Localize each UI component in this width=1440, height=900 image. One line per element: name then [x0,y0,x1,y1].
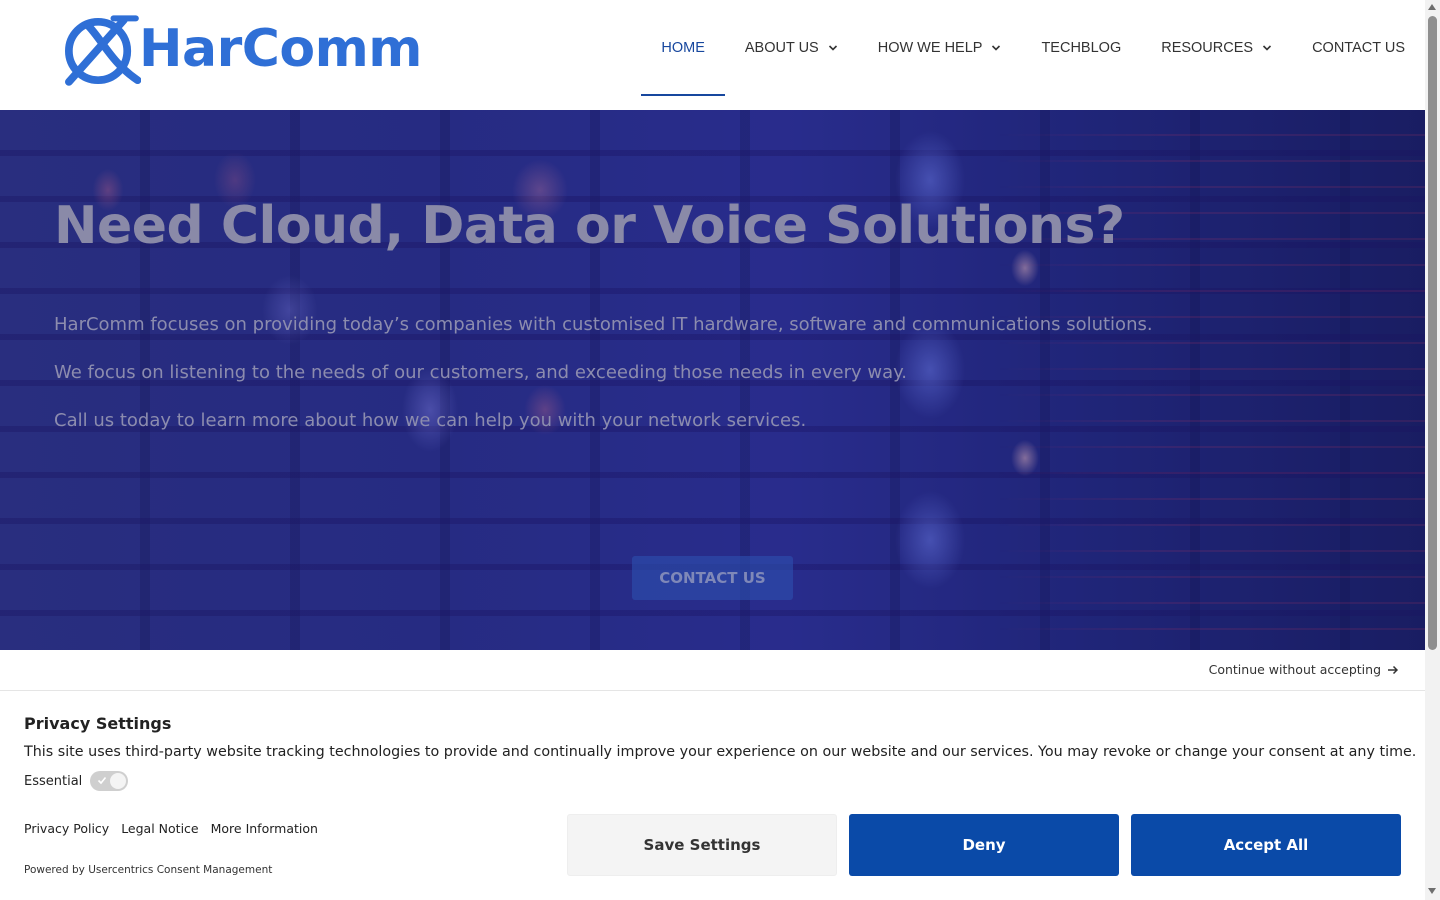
toggle-knob [110,773,127,789]
hero-contact-us-button[interactable]: CONTACT US [632,556,793,600]
more-information-link[interactable]: More Information [211,821,318,836]
checkmark-icon [98,776,107,785]
consent-banner-topbar: Continue without accepting [0,650,1425,691]
continue-without-accepting-link[interactable]: Continue without accepting [1209,662,1399,677]
privacy-policy-link[interactable]: Privacy Policy [24,821,109,836]
hero-paragraph: Call us today to learn more about how we… [54,410,807,431]
page-scrollbar[interactable] [1425,0,1440,900]
save-settings-button[interactable]: Save Settings [567,814,837,876]
nav-item-home[interactable]: HOME [641,0,725,96]
nav-item-label: HOME [661,40,705,56]
nav-item-how-we-help[interactable]: HOW WE HELP [858,0,1022,96]
deny-button[interactable]: Deny [849,814,1119,876]
nav-item-label: CONTACT US [1312,40,1405,56]
legal-notice-link[interactable]: Legal Notice [121,821,198,836]
powered-by-text: Powered by Usercentrics Consent Manageme… [24,864,273,876]
consent-links: Privacy Policy Legal Notice More Informa… [24,821,330,836]
scroll-up-arrow-icon[interactable] [1428,4,1436,10]
main-nav: HOME ABOUT US HOW WE HELP TECHBLOG RESOU… [641,0,1410,96]
essential-label: Essential [24,773,83,789]
privacy-settings-title: Privacy Settings [24,714,172,733]
accept-all-button[interactable]: Accept All [1131,814,1401,876]
essential-toggle-row: Essential [24,771,129,791]
privacy-settings-text: This site uses third-party website track… [24,744,1417,760]
continue-without-accepting-label: Continue without accepting [1208,662,1381,677]
hero-section: Need Cloud, Data or Voice Solutions? Har… [0,110,1425,650]
nav-item-label: HOW WE HELP [877,40,983,56]
nav-item-label: TECHBLOG [1041,40,1122,56]
harcomm-logo[interactable]: HarComm [62,6,423,96]
logo-wordmark: HarComm [138,19,423,79]
hero-paragraph: We focus on listening to the needs of ou… [54,362,907,383]
nav-item-resources[interactable]: RESOURCES [1141,0,1292,96]
arrow-right-icon [1388,665,1399,674]
scroll-down-arrow-icon[interactable] [1428,888,1436,894]
nav-item-label: ABOUT US [744,40,819,56]
nav-item-contact-us[interactable]: CONTACT US [1292,0,1410,96]
site-header: HarComm HOME ABOUT US HOW WE HELP TECHBL… [0,0,1425,110]
nav-item-about-us[interactable]: ABOUT US [725,0,858,96]
chevron-down-icon [828,45,837,51]
chevron-down-icon [992,45,1001,51]
scrollbar-thumb[interactable] [1428,16,1437,650]
essential-toggle[interactable] [90,771,129,791]
harcomm-logo-mark-icon [65,15,141,86]
consent-banner: Continue without accepting Privacy Setti… [0,650,1425,900]
hero-title: Need Cloud, Data or Voice Solutions? [54,196,1125,256]
nav-item-label: RESOURCES [1161,40,1254,56]
hero-paragraph: HarComm focuses on providing today’s com… [54,314,1153,335]
nav-item-techblog[interactable]: TECHBLOG [1021,0,1141,96]
chevron-down-icon [1263,45,1272,51]
